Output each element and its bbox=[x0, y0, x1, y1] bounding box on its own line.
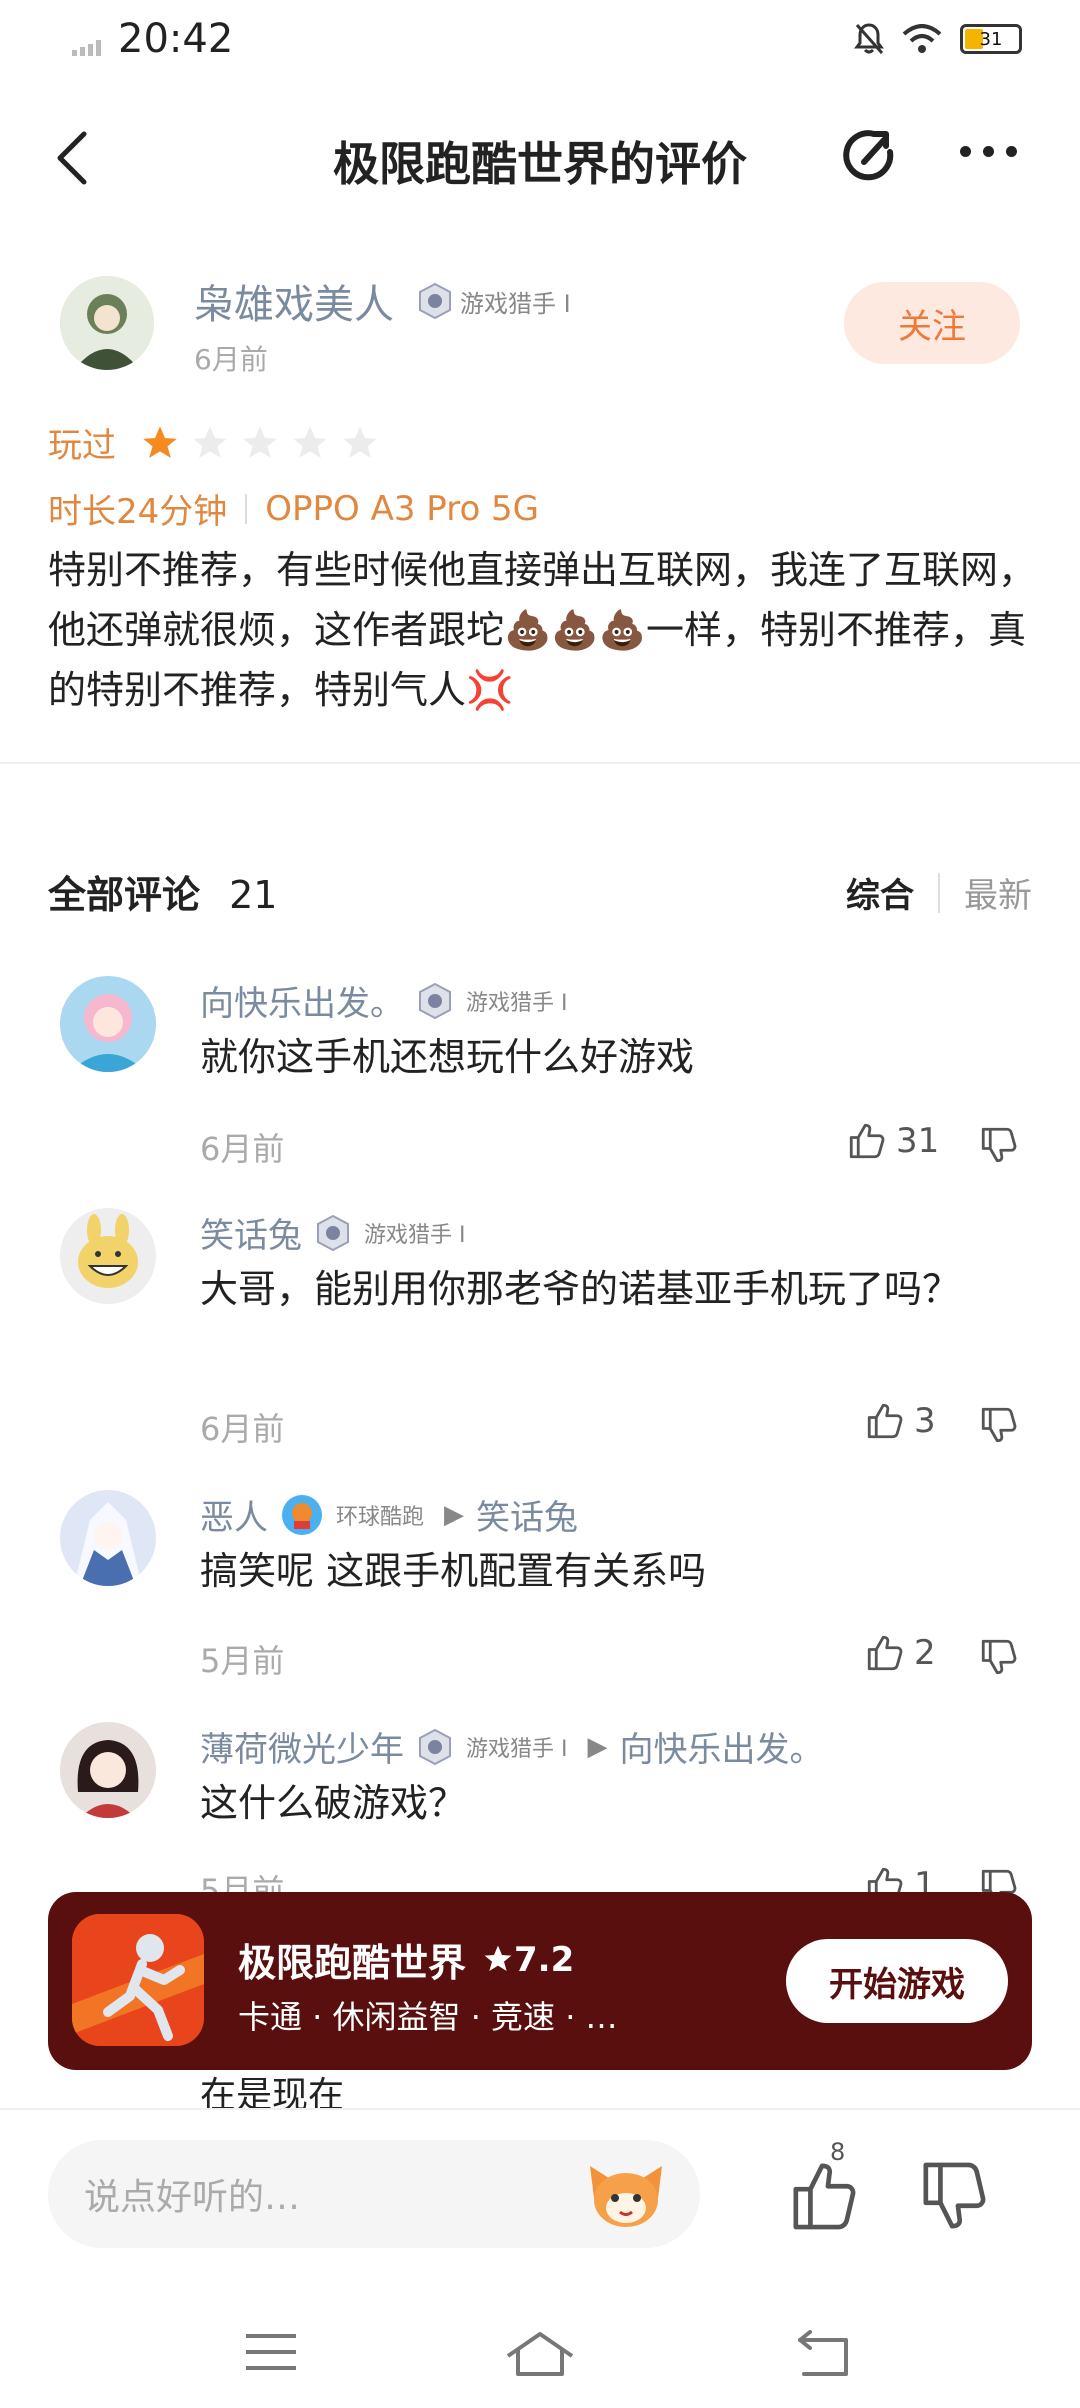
sort-latest[interactable]: 最新 bbox=[964, 868, 1032, 917]
star-empty-icon bbox=[343, 425, 377, 458]
more-options-icon[interactable] bbox=[960, 146, 1017, 157]
hunter-badge-icon bbox=[419, 282, 451, 320]
thumbs-down-icon[interactable] bbox=[978, 1636, 1020, 1678]
game-app-icon bbox=[72, 1914, 204, 2046]
commenter-avatar[interactable] bbox=[60, 1208, 156, 1304]
thumbs-up-icon bbox=[849, 1123, 885, 1159]
signal-icon bbox=[72, 40, 101, 56]
game-banner[interactable]: 极限跑酷世界 7.2 卡通 · 休闲益智 · 竞速 · … 开始游戏 bbox=[48, 1892, 1032, 2070]
reply-to-name[interactable]: 向快乐出发。 bbox=[619, 1722, 823, 1771]
share-icon[interactable] bbox=[840, 124, 904, 188]
game-tags: 卡通 · 休闲益智 · 竞速 · … bbox=[238, 1998, 618, 2036]
review-header: 枭雄戏美人 游戏猎手 I 6月前 关注 bbox=[60, 272, 1020, 382]
comments-header: 全部评论 21 综合 最新 bbox=[48, 864, 1032, 924]
commenter-avatar[interactable] bbox=[60, 976, 156, 1072]
game-title: 极限跑酷世界 bbox=[238, 1941, 467, 1985]
commenter-name[interactable]: 向快乐出发。 bbox=[200, 976, 404, 1025]
star-filled-icon bbox=[143, 425, 177, 458]
comment-date: 6月前 bbox=[200, 1130, 285, 1168]
meta-divider bbox=[245, 493, 248, 524]
system-navigation-bar bbox=[0, 2288, 1080, 2408]
hunter-badge-icon bbox=[317, 1214, 349, 1251]
status-time: 20:42 bbox=[118, 16, 234, 62]
start-game-button[interactable]: 开始游戏 bbox=[786, 1939, 1008, 2023]
reviewer-badge: 游戏猎手 I bbox=[416, 282, 571, 320]
commenter-name[interactable]: 薄荷微光少年 bbox=[200, 1722, 404, 1771]
thumbs-down-icon[interactable] bbox=[978, 1124, 1020, 1166]
reviewer-avatar[interactable] bbox=[60, 276, 154, 370]
thumbs-up-icon bbox=[867, 1635, 903, 1671]
review-date: 6月前 bbox=[194, 343, 268, 376]
thumbs-down-icon[interactable] bbox=[920, 2152, 990, 2242]
hunter-badge-icon bbox=[419, 1728, 451, 1765]
comment-text: 大哥，能别用你那老爷的诺基亚手机玩了吗？ bbox=[200, 1267, 961, 1311]
reply-to-name[interactable]: 笑话兔 bbox=[476, 1490, 578, 1539]
reviewer-name[interactable]: 枭雄戏美人 bbox=[194, 272, 394, 330]
parkour-badge-icon bbox=[282, 1494, 322, 1535]
mute-bell-icon bbox=[854, 23, 884, 54]
comment-date: 5月前 bbox=[200, 1642, 285, 1680]
star-empty-icon bbox=[243, 425, 277, 458]
star-icon bbox=[484, 1945, 512, 1971]
emoji-mascot-icon[interactable] bbox=[586, 2158, 666, 2230]
comment-bar: 说点好听的… 8 bbox=[0, 2108, 1080, 2288]
comment-item: 向快乐出发。 游戏猎手 I 就你这手机还想玩什么好游戏 6月前 31 bbox=[60, 976, 1040, 1176]
comments-title: 全部评论 bbox=[48, 873, 201, 917]
commenter-badge: 游戏猎手 I bbox=[364, 1222, 466, 1248]
top-navigation: 极限跑酷世界的评价 bbox=[0, 100, 1080, 210]
sort-comprehensive[interactable]: 综合 bbox=[846, 868, 914, 917]
comments-count: 21 bbox=[229, 873, 278, 917]
played-rating-row: 玩过 bbox=[48, 418, 380, 467]
like-button[interactable]: 2 bbox=[864, 1632, 936, 1674]
menu-icon[interactable] bbox=[244, 2330, 298, 2374]
commenter-name[interactable]: 恶人 bbox=[200, 1490, 268, 1539]
star-empty-icon bbox=[193, 425, 227, 458]
game-score: 7.2 bbox=[482, 1940, 574, 1980]
commenter-name[interactable]: 笑话兔 bbox=[200, 1208, 302, 1257]
commenter-badge: 环球酷跑 bbox=[336, 1504, 425, 1530]
wifi-icon bbox=[902, 24, 942, 53]
like-button[interactable]: 3 bbox=[864, 1400, 936, 1442]
home-icon[interactable] bbox=[504, 2330, 576, 2378]
thumbs-up-icon bbox=[867, 1403, 903, 1439]
comment-text: 搞笑呢 这跟手机配置有关系吗 bbox=[200, 1549, 707, 1593]
star-rating bbox=[140, 423, 380, 463]
comment-item: 薄荷微光少年 游戏猎手 I ▶ 向快乐出发。 这什么破游戏？ 5月前 1 bbox=[60, 1722, 1040, 1902]
thumbs-up-icon[interactable] bbox=[790, 2150, 860, 2240]
comment-date: 6月前 bbox=[200, 1410, 285, 1448]
device-model: OPPO A3 Pro 5G bbox=[265, 488, 540, 529]
commenter-avatar[interactable] bbox=[60, 1722, 156, 1818]
commenter-avatar[interactable] bbox=[60, 1490, 156, 1586]
like-count: 3 bbox=[914, 1401, 936, 1441]
star-empty-icon bbox=[293, 425, 327, 458]
played-label: 玩过 bbox=[48, 426, 116, 466]
like-button[interactable]: 31 bbox=[846, 1120, 939, 1162]
hunter-badge-icon bbox=[419, 982, 451, 1019]
comment-item: 恶人 环球酷跑 ▶ 笑话兔 搞笑呢 这跟手机配置有关系吗 5月前 2 bbox=[60, 1490, 1040, 1690]
review-meta: 时长24分钟 OPPO A3 Pro 5G bbox=[48, 484, 539, 533]
like-count: 8 bbox=[830, 2138, 846, 2166]
page-title: 极限跑酷世界的评价 bbox=[333, 137, 747, 191]
sort-options: 综合 最新 bbox=[846, 868, 1032, 917]
reply-arrow-icon: ▶ bbox=[587, 1731, 608, 1762]
commenter-badge: 游戏猎手 I bbox=[466, 990, 568, 1016]
thumbs-down-icon[interactable] bbox=[978, 1404, 1020, 1446]
status-bar: 20:42 31 bbox=[0, 0, 1080, 90]
reply-arrow-icon: ▶ bbox=[444, 1499, 465, 1530]
like-count: 2 bbox=[914, 1633, 936, 1673]
review-body: 特别不推荐，有些时候他直接弹出互联网，我连了互联网，他还弹就很烦，这作者跟坨💩💩… bbox=[48, 548, 1037, 712]
follow-button[interactable]: 关注 bbox=[844, 282, 1020, 364]
commenter-badge: 游戏猎手 I bbox=[466, 1736, 568, 1762]
back-icon[interactable] bbox=[796, 2330, 850, 2378]
like-count: 31 bbox=[896, 1121, 940, 1161]
section-divider bbox=[0, 762, 1080, 764]
comment-item: 笑话兔 游戏猎手 I 大哥，能别用你那老爷的诺基亚手机玩了吗？ 6月前 3 bbox=[60, 1208, 1040, 1448]
play-duration: 时长24分钟 bbox=[48, 492, 228, 532]
battery-icon: 31 bbox=[960, 24, 1022, 54]
comment-text: 这什么破游戏？ bbox=[200, 1781, 467, 1825]
comment-text: 就你这手机还想玩什么好游戏 bbox=[200, 1035, 695, 1079]
